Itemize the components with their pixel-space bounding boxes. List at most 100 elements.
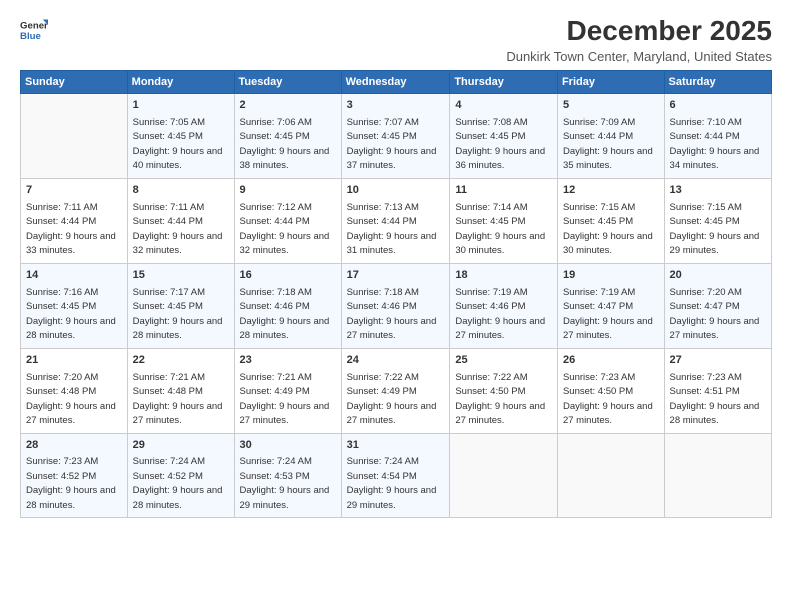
cell-info: Sunrise: 7:22 AMSunset: 4:49 PMDaylight:… bbox=[347, 372, 437, 427]
day-number: 31 bbox=[347, 438, 445, 454]
cell-info: Sunrise: 7:05 AMSunset: 4:45 PMDaylight:… bbox=[133, 117, 223, 172]
day-number: 3 bbox=[347, 98, 445, 114]
day-number: 6 bbox=[670, 98, 766, 114]
day-number: 2 bbox=[240, 98, 336, 114]
cell-info: Sunrise: 7:19 AMSunset: 4:47 PMDaylight:… bbox=[563, 287, 653, 342]
location-subtitle: Dunkirk Town Center, Maryland, United St… bbox=[506, 49, 772, 64]
day-number: 21 bbox=[26, 353, 122, 369]
day-number: 12 bbox=[563, 183, 659, 199]
day-number: 1 bbox=[133, 98, 229, 114]
day-number: 5 bbox=[563, 98, 659, 114]
cell-info: Sunrise: 7:15 AMSunset: 4:45 PMDaylight:… bbox=[563, 202, 653, 257]
table-row: 24 Sunrise: 7:22 AMSunset: 4:49 PMDayligh… bbox=[341, 348, 450, 433]
cell-info: Sunrise: 7:18 AMSunset: 4:46 PMDaylight:… bbox=[240, 287, 330, 342]
cell-info: Sunrise: 7:21 AMSunset: 4:49 PMDaylight:… bbox=[240, 372, 330, 427]
day-number: 29 bbox=[133, 438, 229, 454]
table-row: 9 Sunrise: 7:12 AMSunset: 4:44 PMDaylight… bbox=[234, 178, 341, 263]
title-block: December 2025 Dunkirk Town Center, Maryl… bbox=[506, 16, 772, 64]
calendar-row: 21 Sunrise: 7:20 AMSunset: 4:48 PMDayligh… bbox=[21, 348, 772, 433]
cell-info: Sunrise: 7:08 AMSunset: 4:45 PMDaylight:… bbox=[455, 117, 545, 172]
cell-info: Sunrise: 7:22 AMSunset: 4:50 PMDaylight:… bbox=[455, 372, 545, 427]
calendar-body: 1 Sunrise: 7:05 AMSunset: 4:45 PMDaylight… bbox=[21, 93, 772, 518]
cell-info: Sunrise: 7:13 AMSunset: 4:44 PMDaylight:… bbox=[347, 202, 437, 257]
day-number: 15 bbox=[133, 268, 229, 284]
table-row: 13Sunrise: 7:15 AMSunset: 4:45 PMDayligh… bbox=[664, 178, 771, 263]
svg-text:General: General bbox=[20, 20, 48, 31]
cell-info: Sunrise: 7:23 AMSunset: 4:51 PMDaylight:… bbox=[670, 372, 760, 427]
table-row: 4 Sunrise: 7:08 AMSunset: 4:45 PMDaylight… bbox=[450, 93, 558, 178]
col-saturday: Saturday bbox=[664, 70, 771, 93]
logo-icon: General Blue bbox=[20, 16, 48, 44]
table-row: 3Sunrise: 7:07 AMSunset: 4:45 PMDaylight… bbox=[341, 93, 450, 178]
table-row: 25Sunrise: 7:22 AMSunset: 4:50 PMDayligh… bbox=[450, 348, 558, 433]
table-row: 18Sunrise: 7:19 AMSunset: 4:46 PMDayligh… bbox=[450, 263, 558, 348]
table-row: 17Sunrise: 7:18 AMSunset: 4:46 PMDayligh… bbox=[341, 263, 450, 348]
day-number: 10 bbox=[347, 183, 445, 199]
table-row: 30Sunrise: 7:24 AMSunset: 4:53 PMDayligh… bbox=[234, 433, 341, 518]
cell-info: Sunrise: 7:14 AMSunset: 4:45 PMDaylight:… bbox=[455, 202, 545, 257]
cell-info: Sunrise: 7:16 AMSunset: 4:45 PMDaylight:… bbox=[26, 287, 116, 342]
table-row: 12 Sunrise: 7:15 AMSunset: 4:45 PMDayligh… bbox=[557, 178, 664, 263]
table-row bbox=[557, 433, 664, 518]
calendar-row: 7 Sunrise: 7:11 AMSunset: 4:44 PMDaylight… bbox=[21, 178, 772, 263]
table-row: 19Sunrise: 7:19 AMSunset: 4:47 PMDayligh… bbox=[557, 263, 664, 348]
cell-info: Sunrise: 7:20 AMSunset: 4:48 PMDaylight:… bbox=[26, 372, 116, 427]
table-row: 15 Sunrise: 7:17 AMSunset: 4:45 PMDayligh… bbox=[127, 263, 234, 348]
col-friday: Friday bbox=[557, 70, 664, 93]
table-row: 26Sunrise: 7:23 AMSunset: 4:50 PMDayligh… bbox=[557, 348, 664, 433]
day-number: 13 bbox=[670, 183, 766, 199]
cell-info: Sunrise: 7:21 AMSunset: 4:48 PMDaylight:… bbox=[133, 372, 223, 427]
day-number: 9 bbox=[240, 183, 336, 199]
col-tuesday: Tuesday bbox=[234, 70, 341, 93]
day-number: 26 bbox=[563, 353, 659, 369]
day-number: 4 bbox=[455, 98, 552, 114]
calendar-row: 14 Sunrise: 7:16 AMSunset: 4:45 PMDayligh… bbox=[21, 263, 772, 348]
day-number: 14 bbox=[26, 268, 122, 284]
table-row: 22 Sunrise: 7:21 AMSunset: 4:48 PMDayligh… bbox=[127, 348, 234, 433]
day-number: 23 bbox=[240, 353, 336, 369]
table-row bbox=[664, 433, 771, 518]
calendar-page: General Blue December 2025 Dunkirk Town … bbox=[0, 0, 792, 612]
header: General Blue December 2025 Dunkirk Town … bbox=[20, 16, 772, 64]
calendar-row: 1 Sunrise: 7:05 AMSunset: 4:45 PMDaylight… bbox=[21, 93, 772, 178]
cell-info: Sunrise: 7:20 AMSunset: 4:47 PMDaylight:… bbox=[670, 287, 760, 342]
col-thursday: Thursday bbox=[450, 70, 558, 93]
table-row: 2 Sunrise: 7:06 AMSunset: 4:45 PMDaylight… bbox=[234, 93, 341, 178]
cell-info: Sunrise: 7:24 AMSunset: 4:53 PMDaylight:… bbox=[240, 456, 330, 511]
day-number: 24 bbox=[347, 353, 445, 369]
table-row: 7Sunrise: 7:11 AMSunset: 4:44 PMDaylight… bbox=[21, 178, 128, 263]
month-title: December 2025 bbox=[506, 16, 772, 47]
table-row: 5Sunrise: 7:09 AMSunset: 4:44 PMDaylight… bbox=[557, 93, 664, 178]
col-wednesday: Wednesday bbox=[341, 70, 450, 93]
table-row: 16 Sunrise: 7:18 AMSunset: 4:46 PMDayligh… bbox=[234, 263, 341, 348]
day-number: 16 bbox=[240, 268, 336, 284]
table-row: 1 Sunrise: 7:05 AMSunset: 4:45 PMDaylight… bbox=[127, 93, 234, 178]
calendar-table: Sunday Monday Tuesday Wednesday Thursday… bbox=[20, 70, 772, 519]
svg-text:Blue: Blue bbox=[20, 31, 41, 42]
cell-info: Sunrise: 7:11 AMSunset: 4:44 PMDaylight:… bbox=[133, 202, 223, 257]
cell-info: Sunrise: 7:12 AMSunset: 4:44 PMDaylight:… bbox=[240, 202, 330, 257]
table-row: 6 Sunrise: 7:10 AMSunset: 4:44 PMDaylight… bbox=[664, 93, 771, 178]
day-number: 18 bbox=[455, 268, 552, 284]
cell-info: Sunrise: 7:06 AMSunset: 4:45 PMDaylight:… bbox=[240, 117, 330, 172]
day-number: 7 bbox=[26, 183, 122, 199]
calendar-row: 28 Sunrise: 7:23 AMSunset: 4:52 PMDayligh… bbox=[21, 433, 772, 518]
cell-info: Sunrise: 7:24 AMSunset: 4:54 PMDaylight:… bbox=[347, 456, 437, 511]
cell-info: Sunrise: 7:10 AMSunset: 4:44 PMDaylight:… bbox=[670, 117, 760, 172]
day-number: 27 bbox=[670, 353, 766, 369]
table-row bbox=[21, 93, 128, 178]
day-number: 28 bbox=[26, 438, 122, 454]
cell-info: Sunrise: 7:23 AMSunset: 4:52 PMDaylight:… bbox=[26, 456, 116, 511]
table-row: 8Sunrise: 7:11 AMSunset: 4:44 PMDaylight… bbox=[127, 178, 234, 263]
table-row: 28 Sunrise: 7:23 AMSunset: 4:52 PMDayligh… bbox=[21, 433, 128, 518]
table-row: 27 Sunrise: 7:23 AMSunset: 4:51 PMDayligh… bbox=[664, 348, 771, 433]
table-row: 14 Sunrise: 7:16 AMSunset: 4:45 PMDayligh… bbox=[21, 263, 128, 348]
cell-info: Sunrise: 7:17 AMSunset: 4:45 PMDaylight:… bbox=[133, 287, 223, 342]
table-row: 11Sunrise: 7:14 AMSunset: 4:45 PMDayligh… bbox=[450, 178, 558, 263]
cell-info: Sunrise: 7:18 AMSunset: 4:46 PMDaylight:… bbox=[347, 287, 437, 342]
table-row: 21 Sunrise: 7:20 AMSunset: 4:48 PMDayligh… bbox=[21, 348, 128, 433]
table-row: 20Sunrise: 7:20 AMSunset: 4:47 PMDayligh… bbox=[664, 263, 771, 348]
table-row: 23 Sunrise: 7:21 AMSunset: 4:49 PMDayligh… bbox=[234, 348, 341, 433]
day-number: 22 bbox=[133, 353, 229, 369]
table-row: 10 Sunrise: 7:13 AMSunset: 4:44 PMDayligh… bbox=[341, 178, 450, 263]
